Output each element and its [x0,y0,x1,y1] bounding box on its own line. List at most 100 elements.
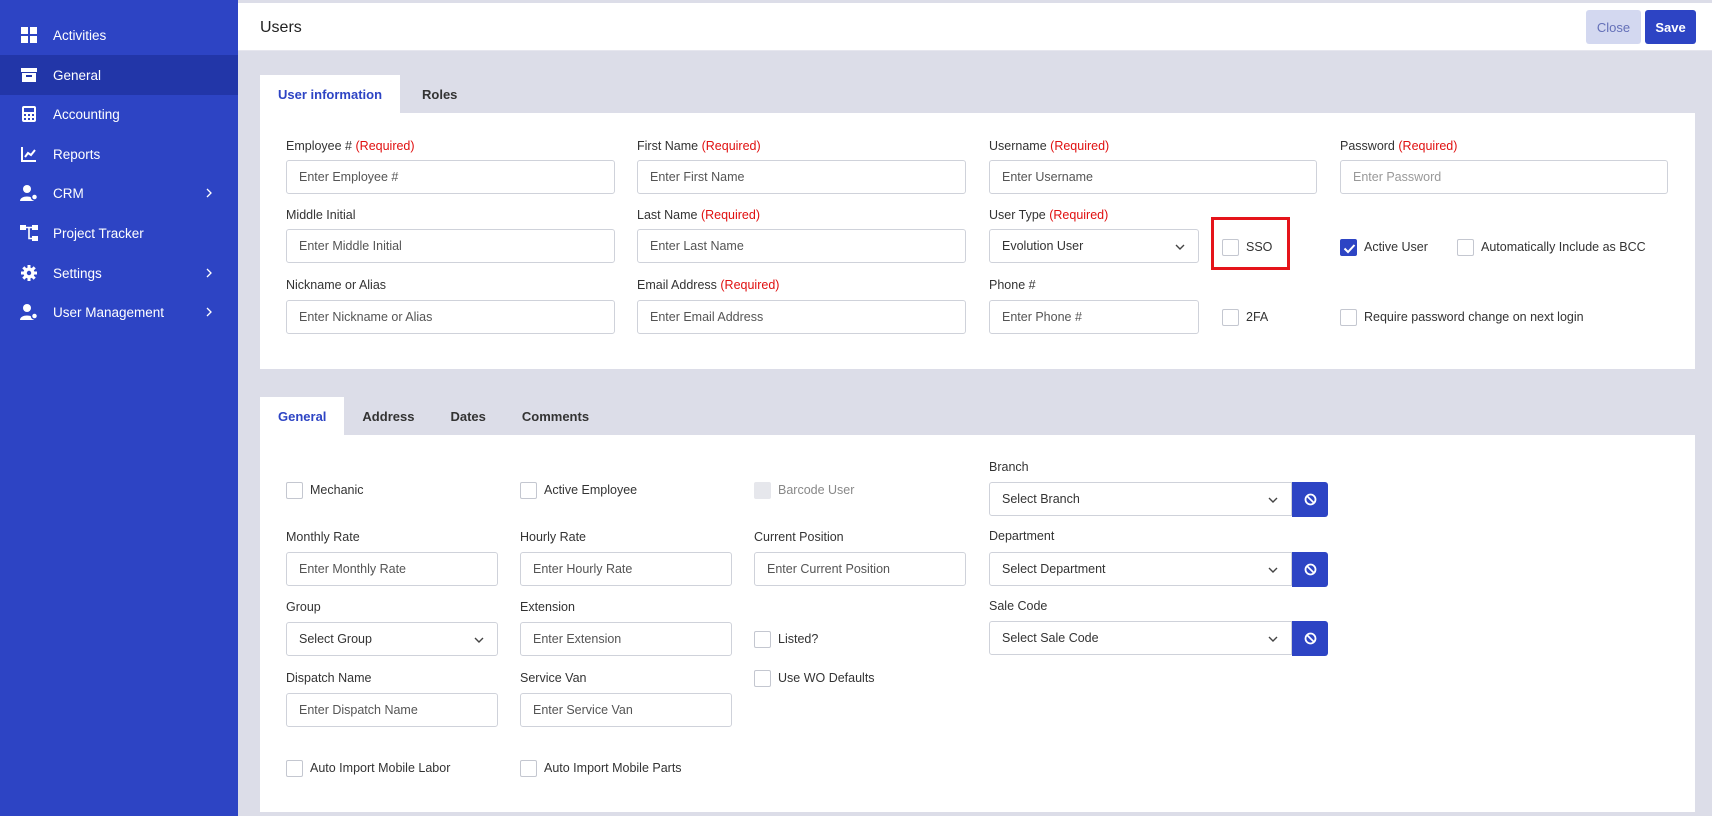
tab-general[interactable]: General [260,397,345,435]
middle-initial-input[interactable]: Enter Middle Initial [286,229,615,263]
monthly-rate-input[interactable]: Enter Monthly Rate [286,552,498,586]
middle-initial-label: Middle Initial [286,208,356,222]
hourly-rate-input[interactable]: Enter Hourly Rate [520,552,732,586]
service-van-input[interactable]: Enter Service Van [520,693,732,727]
user-type-value: Evolution User [1002,239,1084,253]
mechanic-label: Mechanic [310,483,364,497]
active-employee-checkbox[interactable] [520,482,537,499]
sidebar-item-project-tracker[interactable]: Project Tracker [0,213,238,253]
twofa-checkbox[interactable] [1222,309,1239,326]
auto-import-parts-checkbox[interactable] [520,760,537,777]
save-button[interactable]: Save [1645,10,1696,44]
sale-code-select[interactable]: Select Sale Code [989,621,1292,655]
group-label: Group [286,600,321,614]
sale-code-value: Select Sale Code [1002,631,1099,645]
sidebar-item-label: Project Tracker [53,225,144,241]
mechanic-checkbox[interactable] [286,482,303,499]
phone-label: Phone # [989,278,1036,292]
username-input[interactable]: Enter Username [989,160,1317,194]
user-type-label: User Type (Required) [989,208,1109,222]
require-password-change-label: Require password change on next login [1364,310,1584,324]
chevron-down-icon [1268,567,1278,573]
current-position-input[interactable]: Enter Current Position [754,552,966,586]
user-type-select[interactable]: Evolution User [989,229,1199,263]
barcode-user-checkbox [754,482,771,499]
sale-code-label: Sale Code [989,599,1048,613]
department-select[interactable]: Select Department [989,552,1292,586]
chevron-down-icon [1175,244,1185,250]
require-password-change-checkbox[interactable] [1340,309,1357,326]
sidebar-item-crm[interactable]: CRM [0,173,238,213]
chevron-right-icon [206,188,212,198]
detail-tabs: General Address Dates Comments [260,397,607,435]
active-employee-label: Active Employee [544,483,638,497]
group-select[interactable]: Select Group [286,622,498,656]
ban-icon [1304,632,1316,645]
phone-input[interactable]: Enter Phone # [989,300,1199,334]
auto-import-labor-checkbox[interactable] [286,760,303,777]
department-label: Department [989,529,1055,543]
email-label: Email Address (Required) [637,278,780,292]
chevron-down-icon [1268,636,1278,642]
auto-bcc-label: Automatically Include as BCC [1481,240,1646,254]
sidebar-item-reports[interactable]: Reports [0,134,238,174]
listed-checkbox[interactable] [754,631,771,648]
tab-roles[interactable]: Roles [400,75,479,113]
users-cog-icon [20,184,38,202]
user-tabs: User information Roles [260,75,479,113]
sidebar-item-label: Accounting [53,106,120,122]
use-wo-defaults-label: Use WO Defaults [778,671,875,685]
first-name-input[interactable]: Enter First Name [637,160,966,194]
tab-address[interactable]: Address [344,397,432,435]
password-label: Password (Required) [1340,139,1458,153]
password-input[interactable]: Enter Password [1340,160,1668,194]
sidebar-item-label: User Management [53,304,165,320]
sidebar-item-general[interactable]: General [0,55,238,95]
sidebar-item-user-management[interactable]: User Management [0,292,238,332]
page-header: Users [238,3,1712,51]
sidebar-item-activities[interactable]: Activities [0,15,238,55]
department-clear-button[interactable] [1292,552,1328,587]
current-position-label: Current Position [754,530,844,544]
archive-icon [20,66,38,84]
extension-label: Extension [520,600,575,614]
tab-user-information[interactable]: User information [260,75,401,113]
sidebar-item-settings[interactable]: Settings [0,253,238,293]
email-input[interactable]: Enter Email Address [637,300,966,334]
username-label: Username (Required) [989,139,1110,153]
monthly-rate-label: Monthly Rate [286,530,360,544]
user-cog-icon [20,303,38,321]
sidebar-item-label: Settings [53,265,102,281]
tab-dates[interactable]: Dates [432,397,503,435]
auto-bcc-checkbox[interactable] [1457,239,1474,256]
sidebar-item-label: Reports [53,146,101,162]
last-name-input[interactable]: Enter Last Name [637,229,966,263]
use-wo-defaults-checkbox[interactable] [754,670,771,687]
calculator-icon [20,105,38,123]
branch-select[interactable]: Select Branch [989,482,1292,516]
auto-import-labor-label: Auto Import Mobile Labor [310,761,451,775]
employee-number-input[interactable]: Enter Employee # [286,160,615,194]
nickname-input[interactable]: Enter Nickname or Alias [286,300,615,334]
extension-input[interactable]: Enter Extension [520,622,732,656]
branch-clear-button[interactable] [1292,482,1328,517]
sale-code-clear-button[interactable] [1292,621,1328,656]
active-user-checkbox[interactable] [1340,239,1357,256]
dashboard-icon [20,26,38,44]
chart-line-icon [20,145,38,163]
chevron-right-icon [206,307,212,317]
chevron-down-icon [1268,497,1278,503]
dispatch-name-input[interactable]: Enter Dispatch Name [286,693,498,727]
sitemap-icon [20,224,38,242]
sidebar-item-accounting[interactable]: Accounting [0,94,238,134]
close-button[interactable]: Close [1586,10,1641,44]
dispatch-name-label: Dispatch Name [286,671,372,685]
branch-value: Select Branch [1002,492,1080,506]
nickname-label: Nickname or Alias [286,278,387,292]
branch-label: Branch [989,460,1029,474]
auto-import-parts-label: Auto Import Mobile Parts [544,761,682,775]
sidebar-item-label: Activities [53,27,107,43]
twofa-label: 2FA [1246,310,1269,324]
employee-number-label: Employee # (Required) [286,139,415,153]
tab-comments[interactable]: Comments [504,397,607,435]
